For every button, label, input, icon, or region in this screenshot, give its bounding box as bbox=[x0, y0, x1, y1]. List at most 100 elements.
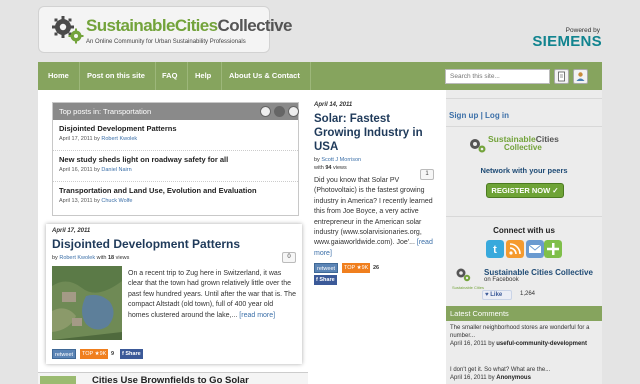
nav-help[interactable]: Help bbox=[185, 62, 223, 90]
fb-page-logo-icon[interactable] bbox=[454, 266, 474, 286]
auth-separator: | bbox=[480, 111, 483, 120]
post-excerpt-text: Did you know that Solar PV (Photovoltaic… bbox=[314, 177, 433, 247]
comment-author[interactable]: useful-community-development bbox=[496, 341, 587, 347]
facebook-widget: Sustainable Cities Sustainable Cities Co… bbox=[452, 266, 600, 300]
fb-page-small-name: Sustainable Cities bbox=[452, 285, 485, 290]
top-posts-box: Top posts in: Transportation Disjointed … bbox=[52, 102, 299, 216]
view-count: 18 bbox=[107, 255, 115, 261]
top-post-title[interactable]: New study sheds light on roadway safety … bbox=[59, 155, 228, 164]
document-button[interactable] bbox=[554, 69, 569, 84]
site-logo[interactable]: SustainableCitiesCollective An Online Co… bbox=[38, 6, 292, 53]
comment-text[interactable]: The smaller neighborhood stores are wond… bbox=[450, 324, 600, 340]
nav-post-on-site[interactable]: Post on this site bbox=[77, 62, 156, 90]
top-post-meta: April 16, 2011 by Daniel Nairn bbox=[59, 167, 292, 173]
carousel-dot-3[interactable] bbox=[288, 106, 299, 117]
top-posts-title: Top posts in: Transportation bbox=[59, 107, 152, 116]
by-label: by bbox=[52, 255, 58, 261]
site-tagline: An Online Community for Urban Sustainabi… bbox=[86, 39, 246, 45]
user-button[interactable] bbox=[573, 69, 588, 84]
carousel-dot-1[interactable] bbox=[260, 106, 271, 117]
views-label: views bbox=[332, 165, 347, 171]
latest-comments-header: Latest Comments bbox=[446, 306, 602, 321]
connect-heading: Connect with us bbox=[493, 226, 555, 235]
check-icon: ✓ bbox=[552, 186, 559, 195]
register-ad[interactable]: SustainableCities Collective Network wit… bbox=[458, 130, 590, 208]
signup-link[interactable]: Sign up bbox=[449, 111, 478, 120]
twitter-icon[interactable]: t bbox=[486, 240, 504, 258]
like-count: 1,264 bbox=[520, 291, 536, 297]
top-post-item: Disjointed Development Patterns April 17… bbox=[53, 120, 298, 151]
top-post-meta: April 17, 2011 by Robert Kwolek bbox=[59, 136, 292, 142]
sponsor-logo[interactable]: SIEMENS bbox=[532, 33, 602, 50]
nav-home[interactable]: Home bbox=[38, 62, 80, 90]
comment-count-badge[interactable]: 1 bbox=[420, 169, 434, 180]
add-contact-icon[interactable] bbox=[544, 240, 562, 258]
login-link[interactable]: Log in bbox=[485, 111, 509, 120]
comment-date: April 16, 2011 by bbox=[450, 341, 495, 347]
read-more-link[interactable]: [read more] bbox=[239, 312, 275, 319]
post-aerial-photo[interactable] bbox=[52, 266, 122, 340]
ad-network-text: Network with your peers bbox=[480, 166, 568, 175]
rss-icon[interactable] bbox=[506, 240, 524, 258]
share-count: 26 bbox=[373, 265, 380, 272]
with-label: with bbox=[314, 165, 324, 171]
top-post-title[interactable]: Transportation and Land Use, Evolution a… bbox=[59, 186, 257, 195]
top9-button[interactable]: TOP ★9K bbox=[342, 263, 371, 274]
carousel-dot-2[interactable] bbox=[274, 106, 285, 117]
gears-logo-icon bbox=[52, 16, 84, 44]
top-post-date: April 16, 2011 by bbox=[59, 167, 100, 173]
email-icon[interactable] bbox=[526, 240, 544, 258]
featured-post-card: April 17, 2011 Disjointed Development Pa… bbox=[46, 224, 302, 364]
view-count: 94 bbox=[325, 165, 332, 171]
search-input[interactable] bbox=[445, 69, 550, 84]
site-title-dark: Collective bbox=[217, 16, 293, 35]
solar-post: April 14, 2011 Solar: Fastest Growing In… bbox=[314, 102, 436, 312]
top9-button[interactable]: TOP ★9K bbox=[80, 349, 109, 359]
views-label: views bbox=[115, 255, 130, 261]
user-icon bbox=[576, 72, 585, 81]
top-post-author[interactable]: Chuck Wolfe bbox=[101, 198, 132, 204]
post-title[interactable]: Disjointed Development Patterns bbox=[52, 237, 240, 251]
social-bar: retweet TOP ★9K 9 f Share bbox=[52, 349, 252, 359]
top-post-author[interactable]: Robert Kwolek bbox=[101, 136, 137, 142]
comment-text[interactable]: I don't get it. So what? What are the... bbox=[450, 366, 600, 374]
divider bbox=[446, 126, 602, 127]
fb-page-name[interactable]: Sustainable Cities Collective bbox=[484, 268, 593, 277]
top-post-item: New study sheds light on roadway safety … bbox=[53, 151, 298, 182]
page-body: Top posts in: Transportation Disjointed … bbox=[38, 90, 602, 384]
post-author[interactable]: Robert Kwolek bbox=[59, 255, 95, 261]
right-sidebar: Sign up | Log in SustainableCities Colle… bbox=[446, 90, 602, 384]
facebook-share-button[interactable]: f Share bbox=[314, 275, 337, 286]
thumbs-up-icon: ♥ bbox=[485, 292, 489, 298]
retweet-button[interactable]: retweet bbox=[52, 349, 77, 359]
comment-count-badge[interactable]: 0 bbox=[282, 252, 296, 263]
comment-meta: April 16, 2011 by useful-community-devel… bbox=[450, 340, 600, 348]
ad-logo-sub: Collective bbox=[504, 143, 542, 152]
top-post-date: April 17, 2011 by bbox=[59, 136, 100, 142]
post-title[interactable]: Solar: Fastest Growing Industry in USA bbox=[314, 112, 436, 154]
comment-meta: April 16, 2011 by Anonymous bbox=[450, 374, 600, 382]
post-author[interactable]: Scott J Morrison bbox=[321, 157, 361, 163]
retweet-button[interactable]: retweet bbox=[314, 263, 339, 274]
site-title: SustainableCitiesCollective bbox=[86, 16, 292, 36]
next-post-thumbnail[interactable] bbox=[40, 376, 76, 384]
next-post-preview: Cities Use Brownfields to Go Solar bbox=[38, 372, 308, 384]
nav-about-contact[interactable]: About Us & Contact bbox=[219, 62, 311, 90]
comment-author[interactable]: Anonymous bbox=[496, 375, 531, 381]
top-post-title[interactable]: Disjointed Development Patterns bbox=[59, 124, 177, 133]
document-icon bbox=[558, 71, 565, 82]
post-date: April 17, 2011 bbox=[52, 228, 91, 234]
facebook-share-row: f Share bbox=[314, 275, 436, 286]
facebook-like-button[interactable]: ♥ Like bbox=[482, 290, 512, 300]
svg-text:t: t bbox=[493, 244, 497, 256]
post-meta: by Scott J Morrison with 94 views bbox=[314, 156, 436, 172]
register-now-button[interactable]: REGISTER NOW ✓ bbox=[486, 183, 564, 198]
with-label: with bbox=[96, 255, 107, 261]
top-post-author[interactable]: Daniel Nairn bbox=[101, 167, 131, 173]
auth-links: Sign up | Log in bbox=[449, 111, 509, 120]
next-post-title[interactable]: Cities Use Brownfields to Go Solar bbox=[92, 375, 249, 384]
site-title-green: SustainableCities bbox=[86, 16, 218, 35]
nav-faq[interactable]: FAQ bbox=[152, 62, 189, 90]
main-nav: Home Post on this site FAQ Help About Us… bbox=[38, 62, 602, 90]
facebook-share-button[interactable]: f Share bbox=[120, 349, 143, 359]
